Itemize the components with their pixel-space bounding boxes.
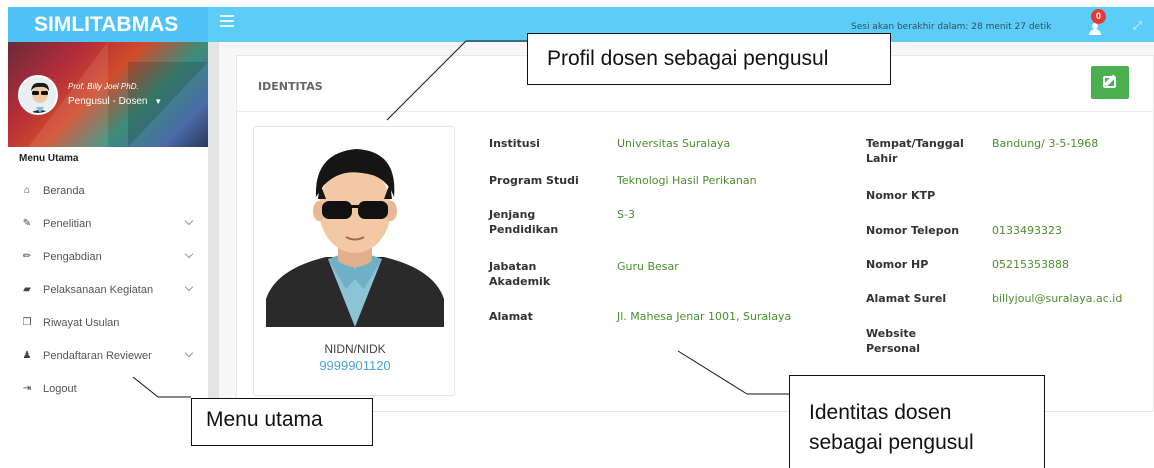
profile-callout: Profil dosen sebagai pengusul [527, 33, 891, 85]
value-alamat: Jl. Mahesa Jenar 1001, Suralaya [617, 310, 792, 323]
copy-icon: ❐ [22, 316, 32, 328]
sidebar-item-label: Pelaksanaan Kegiatan [43, 283, 154, 296]
sidebar-item-label: Riwayat Usulan [43, 316, 120, 329]
screenshot-root: SIMLITABMAS Sesi akan berakhir dalam: 28… [0, 0, 1154, 468]
sidebar-item-beranda[interactable]: ⌂ Beranda [8, 174, 208, 207]
chevron-down-icon [184, 249, 194, 259]
value-alamat-surel: billyjoul@suralaya.ac.id [992, 292, 1123, 305]
edit-icon: ✎ [22, 217, 32, 229]
notification-button[interactable]: 0 [1086, 9, 1106, 37]
sidebar-item-pengabdian[interactable]: ✏ Pengabdian [8, 240, 208, 273]
sidebar-item-label: Penelitian [43, 217, 92, 230]
value-jabatan-akademik: Guru Besar [617, 260, 679, 273]
menu-title: Menu Utama [19, 153, 79, 164]
label-alamat-surel: Alamat Surel [866, 292, 947, 305]
caret-down-icon: ▼ [154, 97, 163, 106]
sidebar-menu: ⌂ Beranda ✎ Penelitian ✏ Pengabdian ▰ Pe… [8, 174, 208, 405]
page-title: IDENTITAS [258, 80, 323, 93]
sidebar-scrollbar[interactable] [208, 42, 219, 412]
pencil-icon: ✏ [22, 250, 32, 262]
user-icon: ♟ [22, 349, 32, 361]
profile-role-dropdown[interactable]: Pengusul - Dosen ▼ [68, 96, 162, 107]
value-institusi: Universitas Suralaya [617, 137, 731, 150]
sidebar-item-pendaftaran-reviewer[interactable]: ♟ Pendaftaran Reviewer [8, 339, 208, 372]
menu-callout: Menu utama [191, 398, 373, 446]
identity-card: IDENTITAS NIDN/NIDK 9999901120 Institusi… [236, 55, 1154, 412]
label-website-personal: Website Personal [866, 327, 921, 355]
home-icon: ⌂ [23, 184, 31, 196]
chevron-down-icon [184, 348, 194, 358]
sidebar-item-label: Pengabdian [43, 250, 102, 263]
label-jenjang-pendidikan: Jenjang Pendidikan [489, 208, 559, 236]
value-tempat-tanggal-lahir: Bandung/ 3-5-1968 [992, 137, 1099, 150]
value-program-studi: Teknologi Hasil Perikanan [617, 174, 757, 187]
sidebar-item-pelaksanaan-kegiatan[interactable]: ▰ Pelaksanaan Kegiatan [8, 273, 208, 306]
label-jabatan-akademik: Jabatan Akademik [489, 260, 551, 288]
sidebar: Prof. Billy Joel PhD. Pengusul - Dosen ▼… [8, 42, 208, 412]
profile-role-label: Pengusul - Dosen [68, 96, 148, 107]
profile-name: Prof. Billy Joel PhD. [68, 82, 139, 91]
user-add-icon [1088, 23, 1102, 35]
label-program-studi: Program Studi [489, 174, 579, 187]
sidebar-item-riwayat-usulan[interactable]: ❐ Riwayat Usulan [8, 306, 208, 339]
label-alamat: Alamat [489, 310, 533, 323]
value-jenjang-pendidikan: S-3 [617, 208, 635, 221]
label-nomor-ktp: Nomor KTP [866, 189, 936, 202]
identity-callout: Identitas dosen sebagai pengusul [789, 375, 1045, 468]
main-content: IDENTITAS NIDN/NIDK 9999901120 Institusi… [219, 42, 1154, 412]
sidebar-item-label: Beranda [43, 184, 85, 197]
sidebar-item-label: Logout [43, 382, 77, 395]
book-icon: ▰ [23, 283, 31, 295]
value-nomor-hp: 05215353888 [992, 258, 1069, 271]
label-nomor-telepon: Nomor Telepon [866, 224, 960, 237]
label-institusi: Institusi [489, 137, 540, 150]
notification-badge: 0 [1091, 9, 1106, 24]
logout-icon: ⇥ [22, 382, 32, 394]
app-brand[interactable]: SIMLITABMAS [8, 7, 208, 42]
profile-photo [266, 139, 444, 327]
sidebar-item-penelitian[interactable]: ✎ Penelitian [8, 207, 208, 240]
label-tempat-tanggal-lahir: Tempat/Tanggal Lahir [866, 137, 964, 165]
nidn-label: NIDN/NIDK [324, 342, 386, 356]
value-nomor-telepon: 0133493323 [992, 224, 1062, 237]
sidebar-item-label: Pendaftaran Reviewer [43, 349, 152, 362]
chevron-down-icon [184, 216, 194, 226]
expand-icon[interactable]: ⤢ [1133, 20, 1142, 33]
profile-banner: Prof. Billy Joel PhD. Pengusul - Dosen ▼ [8, 42, 208, 147]
chevron-down-icon [184, 282, 194, 292]
profile-photo-card: NIDN/NIDK 9999901120 [253, 126, 455, 396]
hamburger-icon[interactable] [220, 15, 234, 27]
session-timer: Sesi akan berakhir dalam: 28 menit 27 de… [851, 22, 1052, 32]
edit-profile-button[interactable] [1091, 66, 1129, 99]
label-nomor-hp: Nomor HP [866, 258, 929, 271]
divider [237, 111, 1154, 112]
nidn-value: 9999901120 [319, 358, 391, 373]
avatar [18, 75, 58, 115]
sidebar-item-logout[interactable]: ⇥ Logout [8, 372, 208, 405]
